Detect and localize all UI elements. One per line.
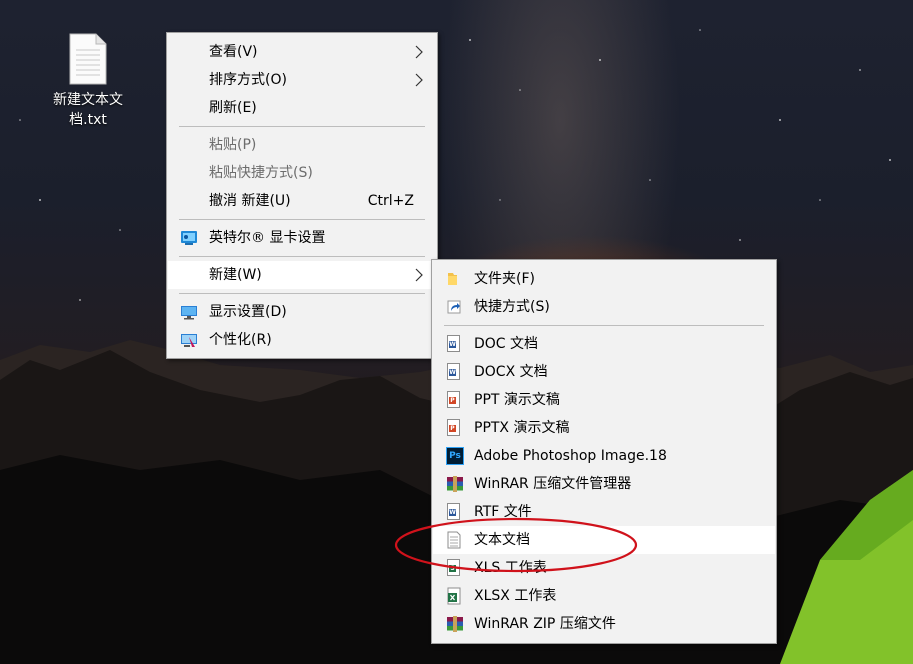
xls-file-icon: S <box>447 559 460 576</box>
text-document-icon <box>447 531 461 549</box>
rtf-icon-glyph: W <box>449 509 456 516</box>
menu-item-new[interactable]: 新建(W) <box>168 261 436 289</box>
menu-item-undo-label: 撤消 新建(U) <box>209 193 291 209</box>
submenu-winrar-zip-label: WinRAR ZIP 压缩文件 <box>474 616 616 632</box>
docx-icon-glyph: W <box>449 369 456 376</box>
folder-icon <box>448 273 457 285</box>
menu-item-paste-shortcut-label: 粘贴快捷方式(S) <box>209 165 313 181</box>
menu-separator <box>179 219 425 220</box>
file-name-line2: 档.txt <box>69 112 107 128</box>
chevron-right-icon <box>415 268 423 282</box>
submenu-item-xls[interactable]: S XLS 工作表 <box>433 554 775 582</box>
submenu-doc-label: DOC 文档 <box>474 336 539 352</box>
file-name-line1: 新建文本文 <box>53 92 123 108</box>
submenu-item-photoshop[interactable]: Ps Adobe Photoshop Image.18 <box>433 442 775 470</box>
submenu-item-ppt[interactable]: P PPT 演示文稿 <box>433 386 775 414</box>
submenu-rtf-label: RTF 文件 <box>474 504 532 520</box>
menu-separator <box>179 256 425 257</box>
shortcut-arrow-icon <box>447 300 461 314</box>
submenu-item-text-document[interactable]: 文本文档 <box>433 526 775 554</box>
menu-item-view-label: 查看(V) <box>209 44 258 60</box>
file-name-label: 新建文本文 档.txt <box>44 90 132 130</box>
submenu-text-label: 文本文档 <box>474 532 530 548</box>
chevron-right-icon <box>415 73 423 87</box>
submenu-item-pptx[interactable]: P PPTX 演示文稿 <box>433 414 775 442</box>
submenu-shortcut-label: 快捷方式(S) <box>474 299 550 315</box>
display-settings-icon <box>181 306 197 320</box>
submenu-folder-label: 文件夹(F) <box>474 271 535 287</box>
photoshop-icon: Ps <box>446 447 464 465</box>
menu-item-view[interactable]: 查看(V) <box>168 38 436 66</box>
submenu-docx-label: DOCX 文档 <box>474 364 548 380</box>
submenu-xlsx-label: XLSX 工作表 <box>474 588 557 604</box>
doc-file-icon: W <box>447 335 460 352</box>
submenu-ppt-label: PPT 演示文稿 <box>474 392 560 408</box>
menu-item-personalize[interactable]: 个性化(R) <box>168 326 436 354</box>
winrar-zip-icon <box>447 616 463 632</box>
menu-item-new-label: 新建(W) <box>209 267 262 283</box>
submenu-pptx-label: PPTX 演示文稿 <box>474 420 570 436</box>
winrar-icon <box>447 476 463 492</box>
docx-file-icon: W <box>447 363 460 380</box>
desktop-context-menu: 查看(V) 排序方式(O) 刷新(E) 粘贴(P) 粘贴快捷方式(S) 撤消 新… <box>166 32 438 359</box>
desktop-text-file[interactable]: 新建文本文 档.txt <box>44 32 132 130</box>
personalize-icon <box>181 334 197 347</box>
menu-item-intel-graphics[interactable]: 英特尔® 显卡设置 <box>168 224 436 252</box>
intel-graphics-icon <box>181 231 197 245</box>
doc-icon-glyph: W <box>449 341 456 348</box>
menu-item-refresh[interactable]: 刷新(E) <box>168 94 436 122</box>
new-submenu: 文件夹(F) 快捷方式(S) W DOC 文档 W DOCX 文档 P PPT … <box>431 259 777 644</box>
ppt-file-icon: P <box>447 391 460 408</box>
rtf-file-icon: W <box>447 503 460 520</box>
submenu-item-docx[interactable]: W DOCX 文档 <box>433 358 775 386</box>
submenu-item-winrar[interactable]: WinRAR 压缩文件管理器 <box>433 470 775 498</box>
submenu-item-folder[interactable]: 文件夹(F) <box>433 265 775 293</box>
xlsx-file-icon <box>447 587 461 605</box>
menu-separator <box>179 126 425 127</box>
ppt-icon-glyph: P <box>449 397 456 404</box>
submenu-item-doc[interactable]: W DOC 文档 <box>433 330 775 358</box>
menu-item-paste-shortcut[interactable]: 粘贴快捷方式(S) <box>168 159 436 187</box>
submenu-item-rtf[interactable]: W RTF 文件 <box>433 498 775 526</box>
menu-item-intel-label: 英特尔® 显卡设置 <box>209 230 326 246</box>
menu-item-sort-by[interactable]: 排序方式(O) <box>168 66 436 94</box>
menu-item-display-settings[interactable]: 显示设置(D) <box>168 298 436 326</box>
text-file-icon <box>69 33 107 85</box>
menu-item-undo-new[interactable]: 撤消 新建(U) Ctrl+Z <box>168 187 436 215</box>
pptx-icon-glyph: P <box>449 425 456 432</box>
submenu-item-xlsx[interactable]: XLSX 工作表 <box>433 582 775 610</box>
pptx-file-icon: P <box>447 419 460 436</box>
menu-item-personalize-label: 个性化(R) <box>209 332 272 348</box>
submenu-xls-label: XLS 工作表 <box>474 560 547 576</box>
submenu-item-shortcut[interactable]: 快捷方式(S) <box>433 293 775 321</box>
menu-separator <box>179 293 425 294</box>
undo-shortcut-text: Ctrl+Z <box>367 193 414 209</box>
xls-icon-glyph: S <box>449 565 456 572</box>
menu-item-paste-label: 粘贴(P) <box>209 137 257 153</box>
submenu-item-winrar-zip[interactable]: WinRAR ZIP 压缩文件 <box>433 610 775 638</box>
menu-separator <box>444 325 764 326</box>
submenu-photoshop-label: Adobe Photoshop Image.18 <box>474 448 667 464</box>
submenu-winrar-label: WinRAR 压缩文件管理器 <box>474 476 632 492</box>
menu-item-paste[interactable]: 粘贴(P) <box>168 131 436 159</box>
menu-item-sort-label: 排序方式(O) <box>209 72 287 88</box>
menu-item-display-label: 显示设置(D) <box>209 304 287 320</box>
menu-item-refresh-label: 刷新(E) <box>209 100 257 116</box>
chevron-right-icon <box>415 45 423 59</box>
